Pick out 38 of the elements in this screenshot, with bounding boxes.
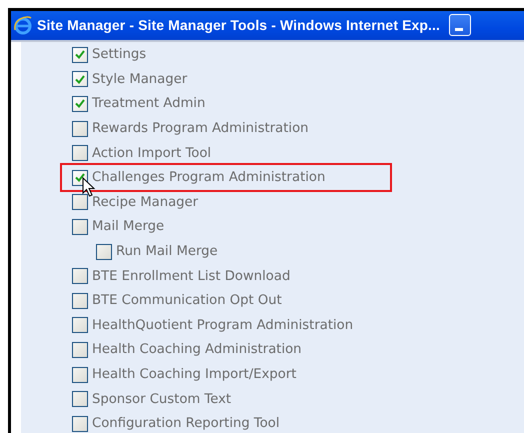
checkbox[interactable] — [72, 194, 88, 210]
checkmark-icon — [75, 99, 85, 108]
checkbox-label: Health Coaching Administration — [92, 342, 302, 358]
checkbox[interactable] — [72, 71, 88, 88]
checkbox-label: Recipe Manager — [92, 194, 198, 210]
checkbox[interactable] — [72, 46, 88, 63]
checkbox[interactable] — [72, 317, 88, 334]
checkbox-label: Treatment Admin — [92, 96, 206, 112]
checkmark-icon — [75, 173, 85, 182]
checkbox[interactable] — [72, 342, 88, 358]
checkbox[interactable] — [72, 145, 88, 162]
checkbox-label: Sponsor Custom Text — [92, 392, 232, 407]
checkbox[interactable] — [72, 120, 88, 137]
checkmark-icon — [75, 50, 85, 60]
checkbox-label: Style Manager — [92, 72, 188, 87]
window-title: Site Manager - Site Manager Tools - Windows Internet Exp... — [37, 17, 440, 34]
minimize-button[interactable] — [449, 14, 472, 36]
checkbox[interactable] — [72, 391, 88, 408]
checkbox[interactable] — [72, 416, 88, 432]
checkbox-label: Health Coaching Import/Export — [92, 367, 296, 382]
checkbox-label: BTE Communication Opt Out — [92, 293, 282, 308]
checkbox[interactable] — [72, 292, 88, 309]
checkbox[interactable] — [72, 268, 88, 284]
checkbox[interactable] — [72, 218, 88, 235]
checkbox-label: Settings — [92, 47, 146, 62]
browser-icon — [13, 15, 33, 36]
checkbox[interactable] — [72, 96, 88, 112]
checkbox-label: Challenges Program Administration — [92, 170, 326, 186]
checkmark-icon — [75, 74, 85, 84]
checkbox[interactable] — [96, 244, 112, 260]
checkbox-label: HealthQuotient Program Administration — [92, 318, 354, 333]
checkbox-label: Run Mail Merge — [116, 244, 218, 260]
checkbox-label: BTE Enrollment List Download — [92, 268, 290, 284]
checkbox-label: Configuration Reporting Tool — [92, 416, 280, 432]
checkbox[interactable] — [72, 366, 88, 383]
checkbox-label: Rewards Program Administration — [92, 121, 309, 136]
checkbox-label: Action Import Tool — [92, 146, 212, 161]
checkbox-label: Mail Merge — [92, 219, 164, 234]
